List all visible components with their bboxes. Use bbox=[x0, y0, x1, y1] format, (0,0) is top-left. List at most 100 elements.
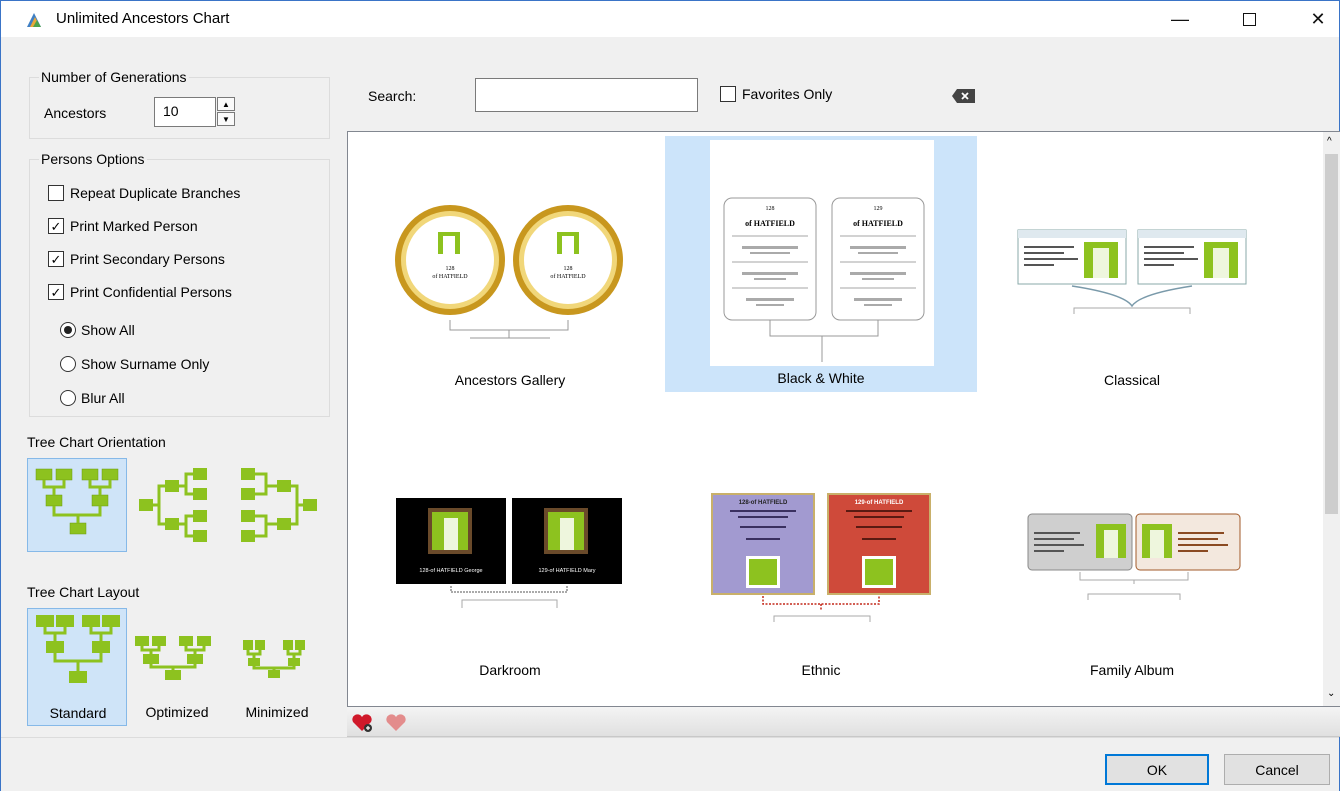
ethnic-right-text: 129-of HATFIELD bbox=[855, 500, 904, 506]
remove-favorite-heart-icon[interactable] bbox=[385, 713, 407, 733]
style-label-classical: Classical bbox=[1103, 372, 1160, 388]
dialog-footer: OK Cancel bbox=[1, 737, 1339, 791]
scroll-down-icon[interactable]: ⌄ bbox=[1327, 688, 1335, 699]
orientation-top-down-button[interactable] bbox=[27, 458, 127, 552]
layout-optimized-icon bbox=[135, 636, 211, 680]
minimize-icon: — bbox=[1171, 8, 1189, 29]
checkbox-unchecked-icon bbox=[720, 86, 736, 102]
family-album-thumbnail bbox=[1027, 513, 1241, 600]
ancestors-value: 10 bbox=[163, 103, 179, 119]
layout-minimized-label: Minimized bbox=[245, 704, 309, 720]
gallery-left-number: 128 bbox=[446, 266, 455, 272]
ethnic-thumbnail: 128-of HATFIELD 129-of HATFIELD bbox=[711, 493, 931, 622]
classical-thumbnail bbox=[1017, 229, 1247, 314]
style-label-ethnic: Ethnic bbox=[801, 662, 841, 678]
clear-search-icon[interactable] bbox=[951, 88, 977, 104]
search-input[interactable] bbox=[475, 78, 698, 112]
radio-label: Show All bbox=[81, 322, 135, 338]
style-card-family-album[interactable]: Family Album bbox=[976, 428, 1288, 682]
ok-button[interactable]: OK bbox=[1105, 754, 1209, 785]
checkmark-icon: ✓ bbox=[48, 251, 64, 267]
gallery-left-surname: of HATFIELD bbox=[432, 273, 468, 280]
close-button[interactable]: ✕ bbox=[1295, 1, 1340, 37]
checkmark-icon: ✓ bbox=[48, 218, 64, 234]
ancestors-input[interactable]: 10 bbox=[154, 97, 216, 127]
window-title: Unlimited Ancestors Chart bbox=[56, 10, 230, 27]
repeat-duplicate-checkbox[interactable]: Repeat Duplicate Branches bbox=[48, 185, 240, 201]
ancestors-label: Ancestors bbox=[44, 105, 107, 121]
generations-group-title: Number of Generations bbox=[39, 69, 189, 85]
stepper-down-icon[interactable]: ▼ bbox=[217, 112, 235, 126]
black-white-thumbnail: 128 of HATFIELD 129 of HATFIELD bbox=[710, 140, 934, 366]
layout-title: Tree Chart Layout bbox=[27, 584, 140, 600]
layout-optimized-button[interactable]: Optimized bbox=[127, 608, 227, 726]
style-label-family-album: Family Album bbox=[1089, 662, 1175, 678]
tree-left-right-icon bbox=[139, 468, 207, 542]
maximize-button[interactable] bbox=[1226, 1, 1272, 37]
minimize-button[interactable]: — bbox=[1157, 1, 1203, 37]
style-label-ancestors-gallery: Ancestors Gallery bbox=[454, 372, 566, 388]
add-favorite-heart-icon[interactable] bbox=[351, 713, 373, 733]
bw-left-number: 128 bbox=[766, 206, 775, 212]
bw-right-surname: of HATFIELD bbox=[853, 219, 903, 228]
darkroom-left-text: 128-of HATFIELD George bbox=[419, 568, 482, 574]
ancestors-stepper[interactable]: ▲ ▼ bbox=[217, 97, 237, 127]
style-card-ethnic[interactable]: 128-of HATFIELD 129-of HATFIELD Ethnic bbox=[665, 428, 977, 682]
gallery-scrollbar[interactable]: ^ ⌄ bbox=[1323, 132, 1340, 706]
print-confidential-checkbox[interactable]: ✓ Print Confidential Persons bbox=[48, 284, 232, 300]
persons-options-title: Persons Options bbox=[39, 151, 147, 167]
style-card-darkroom[interactable]: 128-of HATFIELD George 129-of HATFIELD M… bbox=[354, 428, 666, 682]
checkbox-label: Print Marked Person bbox=[70, 218, 198, 234]
bw-right-number: 129 bbox=[874, 206, 883, 212]
radio-show-surname[interactable]: Show Surname Only bbox=[60, 356, 209, 372]
style-card-classical[interactable]: Classical bbox=[976, 138, 1288, 392]
orientation-right-left-button[interactable] bbox=[233, 458, 333, 552]
print-marked-checkbox[interactable]: ✓ Print Marked Person bbox=[48, 218, 198, 234]
darkroom-right-text: 129-of HATFIELD Mary bbox=[538, 568, 595, 574]
darkroom-thumbnail: 128-of HATFIELD George 129-of HATFIELD M… bbox=[396, 498, 622, 608]
style-label-darkroom: Darkroom bbox=[479, 662, 541, 678]
layout-minimized-button[interactable]: Minimized bbox=[227, 608, 327, 726]
tree-top-down-icon bbox=[35, 468, 119, 535]
scrollbar-thumb[interactable] bbox=[1325, 154, 1338, 514]
style-label-black-white: Black & White bbox=[777, 370, 865, 386]
radio-unselected-icon bbox=[60, 390, 76, 406]
layout-minimized-icon bbox=[243, 640, 305, 678]
style-card-black-white[interactable]: 128 of HATFIELD 129 of HATFIELD Black & … bbox=[665, 136, 977, 392]
radio-show-all[interactable]: Show All bbox=[60, 322, 135, 338]
radio-label: Blur All bbox=[81, 390, 125, 406]
style-card-ancestors-gallery[interactable]: 128 of HATFIELD 128 of HATFIELD Ancestor… bbox=[354, 138, 666, 392]
stepper-up-icon[interactable]: ▲ bbox=[217, 97, 235, 111]
checkbox-label: Repeat Duplicate Branches bbox=[70, 185, 241, 201]
close-icon: ✕ bbox=[1310, 8, 1326, 29]
layout-standard-label: Standard bbox=[49, 705, 107, 721]
checkbox-unchecked-icon bbox=[48, 185, 64, 201]
ancestors-gallery-thumbnail: 128 of HATFIELD 128 of HATFIELD bbox=[395, 205, 623, 339]
favorites-toolbar bbox=[347, 707, 1340, 737]
layout-optimized-label: Optimized bbox=[145, 704, 209, 720]
bw-left-surname: of HATFIELD bbox=[745, 219, 795, 228]
maximize-icon bbox=[1242, 12, 1256, 26]
radio-selected-icon bbox=[60, 322, 76, 338]
radio-blur-all[interactable]: Blur All bbox=[60, 390, 125, 406]
app-logo-icon bbox=[27, 13, 41, 27]
checkbox-label: Print Confidential Persons bbox=[70, 284, 232, 300]
cancel-button[interactable]: Cancel bbox=[1224, 754, 1330, 785]
tree-right-left-icon bbox=[241, 468, 317, 542]
checkmark-icon: ✓ bbox=[48, 284, 64, 300]
orientation-title: Tree Chart Orientation bbox=[27, 434, 166, 450]
radio-unselected-icon bbox=[60, 356, 76, 372]
search-label: Search: bbox=[368, 88, 417, 104]
favorites-label: Favorites Only bbox=[742, 86, 833, 102]
checkbox-label: Print Secondary Persons bbox=[70, 251, 225, 267]
layout-standard-button[interactable]: Standard bbox=[27, 608, 127, 726]
orientation-left-right-button[interactable] bbox=[133, 458, 233, 552]
chart-style-gallery: 128 of HATFIELD 128 of HATFIELD Ancestor… bbox=[347, 131, 1340, 707]
gallery-right-number: 128 bbox=[564, 266, 573, 272]
gallery-right-surname: of HATFIELD bbox=[550, 273, 586, 280]
ethnic-left-text: 128-of HATFIELD bbox=[739, 500, 788, 506]
favorites-only-checkbox[interactable]: Favorites Only bbox=[720, 86, 832, 102]
scroll-up-icon[interactable]: ^ bbox=[1327, 136, 1332, 147]
title-bar: Unlimited Ancestors Chart — ✕ bbox=[1, 1, 1339, 37]
print-secondary-checkbox[interactable]: ✓ Print Secondary Persons bbox=[48, 251, 225, 267]
